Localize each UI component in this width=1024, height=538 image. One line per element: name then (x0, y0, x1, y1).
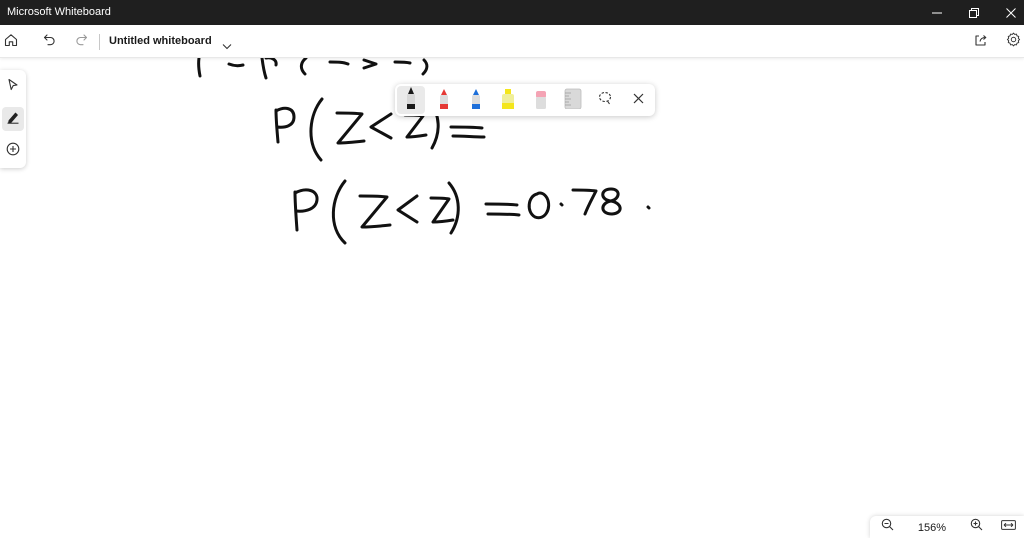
ruler-icon (563, 85, 583, 114)
eraser-button[interactable] (527, 86, 555, 114)
highlighter-icon (499, 85, 517, 114)
undo-button[interactable] (38, 31, 60, 53)
add-icon (6, 142, 20, 161)
close-button[interactable] (994, 0, 1024, 25)
inking-icon (6, 110, 20, 129)
yellow-highlighter-button[interactable] (494, 86, 522, 114)
blue-pen-icon (468, 85, 484, 114)
close-icon (633, 91, 644, 109)
close-tray-button[interactable] (626, 88, 650, 112)
select-tool-button[interactable] (2, 75, 24, 99)
lasso-icon (597, 90, 613, 111)
select-arrow-icon (7, 78, 19, 97)
zoom-out-icon (881, 518, 894, 536)
minimize-icon (932, 8, 942, 18)
title-bar: Microsoft Whiteboard (0, 0, 1024, 25)
zoom-level-text[interactable]: 156% (906, 522, 958, 534)
add-content-button[interactable] (2, 139, 24, 163)
ruler-button[interactable] (559, 86, 587, 114)
app-toolbar: Untitled whiteboard (0, 25, 1024, 58)
restore-icon (969, 7, 979, 18)
lasso-select-button[interactable] (593, 88, 617, 112)
redo-button[interactable] (70, 31, 92, 53)
ink-stroke-line-2 (293, 179, 651, 245)
home-button[interactable] (0, 31, 22, 53)
home-icon (4, 33, 18, 52)
pen-tray (395, 84, 655, 116)
app-title: Microsoft Whiteboard (7, 6, 111, 18)
settings-button[interactable] (1002, 31, 1024, 53)
zoom-in-icon (970, 518, 983, 536)
inking-tool-button[interactable] (2, 107, 24, 131)
close-icon (1006, 7, 1016, 18)
red-pen-icon (436, 85, 452, 114)
fit-to-screen-icon (1000, 518, 1016, 536)
redo-icon (75, 33, 88, 51)
document-title[interactable]: Untitled whiteboard (109, 35, 212, 48)
minimize-button[interactable] (920, 0, 954, 25)
black-pen-button[interactable] (397, 86, 425, 114)
zoom-out-button[interactable] (877, 518, 897, 536)
zoom-in-button[interactable] (966, 518, 986, 536)
restore-button[interactable] (957, 0, 991, 25)
red-pen-button[interactable] (430, 86, 458, 114)
left-tool-rail (0, 70, 26, 168)
share-icon (974, 33, 988, 52)
undo-icon (43, 33, 56, 51)
fit-to-screen-button[interactable] (998, 518, 1018, 536)
whiteboard-canvas[interactable] (0, 58, 1024, 538)
toolbar-divider (99, 34, 100, 50)
settings-icon (1006, 32, 1021, 52)
black-pen-icon (403, 85, 419, 114)
ink-stroke-line-0 (197, 58, 429, 80)
chevron-down-icon[interactable] (222, 37, 232, 55)
share-button[interactable] (970, 31, 992, 53)
blue-pen-button[interactable] (462, 86, 490, 114)
eraser-icon (533, 85, 549, 114)
